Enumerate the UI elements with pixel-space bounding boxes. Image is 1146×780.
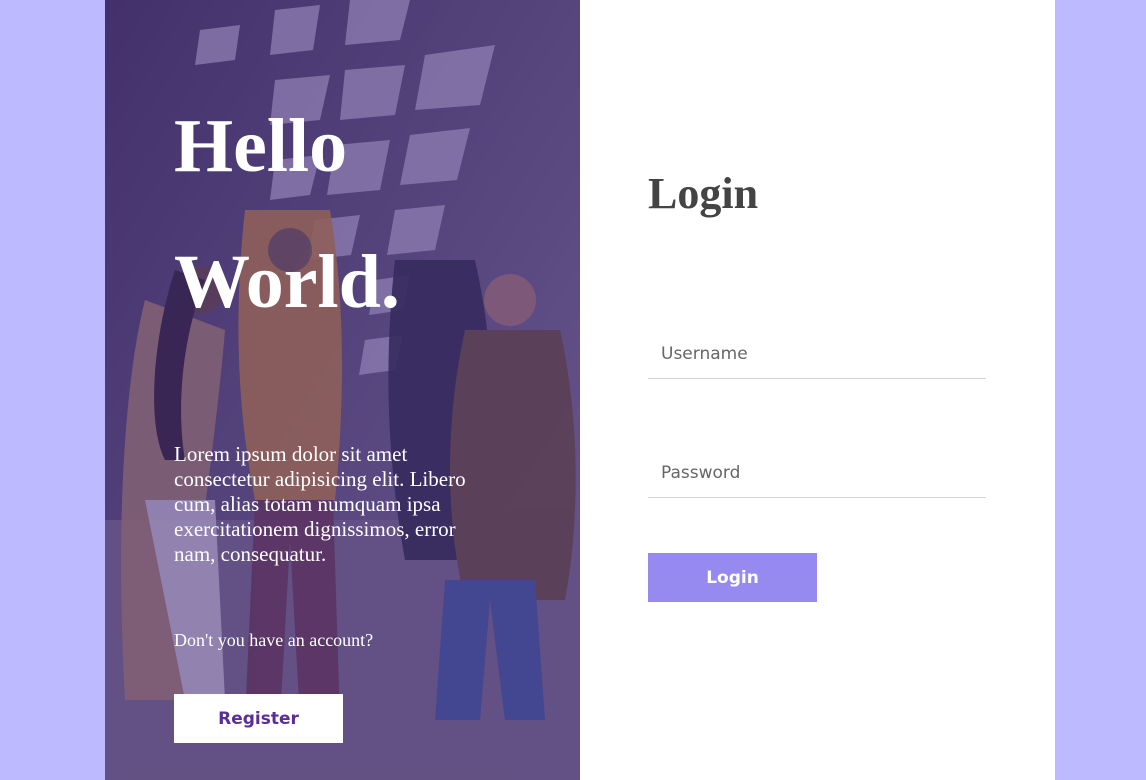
hero-content: Hello World. Lorem ipsum dolor sit amet …	[174, 0, 514, 780]
hero-heading-line2: World.	[174, 240, 400, 324]
username-field	[648, 330, 986, 379]
username-input[interactable]	[648, 330, 986, 378]
login-panel: Login Login	[580, 0, 1055, 780]
password-input[interactable]	[648, 449, 986, 497]
hero-heading: Hello World.	[174, 78, 514, 350]
login-card: Hello World. Lorem ipsum dolor sit amet …	[105, 0, 1055, 780]
register-button[interactable]: Register	[174, 694, 343, 743]
hero-description: Lorem ipsum dolor sit amet consectetur a…	[174, 442, 466, 566]
no-account-text: Don't you have an account?	[174, 630, 374, 650]
login-button[interactable]: Login	[648, 553, 817, 602]
hero-heading-line1: Hello	[174, 104, 348, 188]
login-title: Login	[648, 169, 759, 218]
password-field	[648, 449, 986, 498]
hero-panel: Hello World. Lorem ipsum dolor sit amet …	[105, 0, 580, 780]
